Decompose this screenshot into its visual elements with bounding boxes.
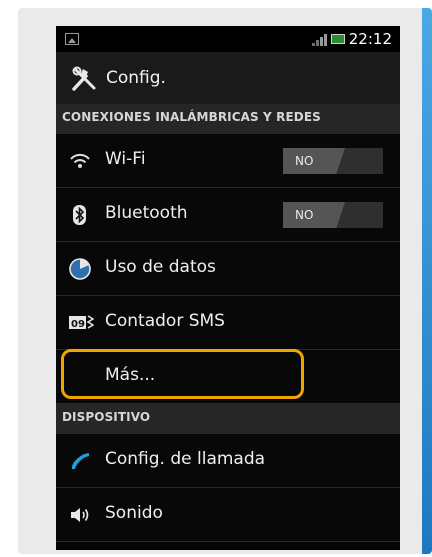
battery-icon: [331, 34, 345, 44]
settings-item-sound[interactable]: Sonido: [56, 488, 400, 542]
bluetooth-toggle[interactable]: NO: [283, 202, 383, 228]
settings-item-data-usage[interactable]: Uso de datos: [56, 242, 400, 296]
item-label: Contador SMS: [105, 311, 225, 331]
section-header-device: DISPOSITIVO: [56, 404, 400, 434]
status-bar: 22:12: [56, 26, 400, 52]
sms-counter-icon-text: 09: [71, 319, 85, 330]
settings-item-bluetooth[interactable]: Bluetooth NO: [56, 188, 400, 242]
settings-item-call-settings[interactable]: Config. de llamada: [56, 434, 400, 488]
settings-item-more[interactable]: Más...: [56, 350, 400, 404]
speaker-icon: [68, 504, 92, 526]
item-label: Bluetooth: [105, 203, 188, 223]
phone-icon: [68, 450, 92, 472]
phone-screen: 22:12 Config. CONEXIONES INALÁMBRICAS Y …: [56, 26, 400, 550]
sms-counter-icon: 09: [68, 312, 95, 334]
item-label: Uso de datos: [105, 257, 216, 277]
action-bar: Config.: [56, 52, 400, 104]
signal-icon: [312, 34, 328, 46]
settings-item-wifi[interactable]: Wi-Fi NO: [56, 134, 400, 188]
toggle-label: NO: [295, 208, 314, 222]
image-notification-icon: [65, 33, 79, 45]
wifi-icon: [68, 150, 92, 172]
section-title: CONEXIONES INALÁMBRICAS Y REDES: [62, 110, 321, 124]
accent-stripe: [422, 8, 432, 554]
section-title: DISPOSITIVO: [62, 410, 151, 424]
wifi-toggle[interactable]: NO: [283, 148, 383, 174]
settings-item-sms-counter[interactable]: 09 Contador SMS: [56, 296, 400, 350]
item-label: Wi-Fi: [105, 149, 146, 169]
data-usage-icon: [68, 258, 92, 280]
settings-tools-icon[interactable]: [70, 66, 98, 92]
toggle-label: NO: [295, 154, 314, 168]
section-header-wireless: CONEXIONES INALÁMBRICAS Y REDES: [56, 104, 400, 134]
toggle-thumb: [283, 148, 345, 174]
bluetooth-icon: [68, 204, 92, 226]
page-title: Config.: [106, 68, 166, 88]
item-label: Sonido: [105, 503, 163, 523]
toggle-thumb: [283, 202, 345, 228]
item-label: Config. de llamada: [105, 449, 266, 469]
item-label: Más...: [105, 365, 156, 385]
clock: 22:12: [348, 30, 392, 48]
